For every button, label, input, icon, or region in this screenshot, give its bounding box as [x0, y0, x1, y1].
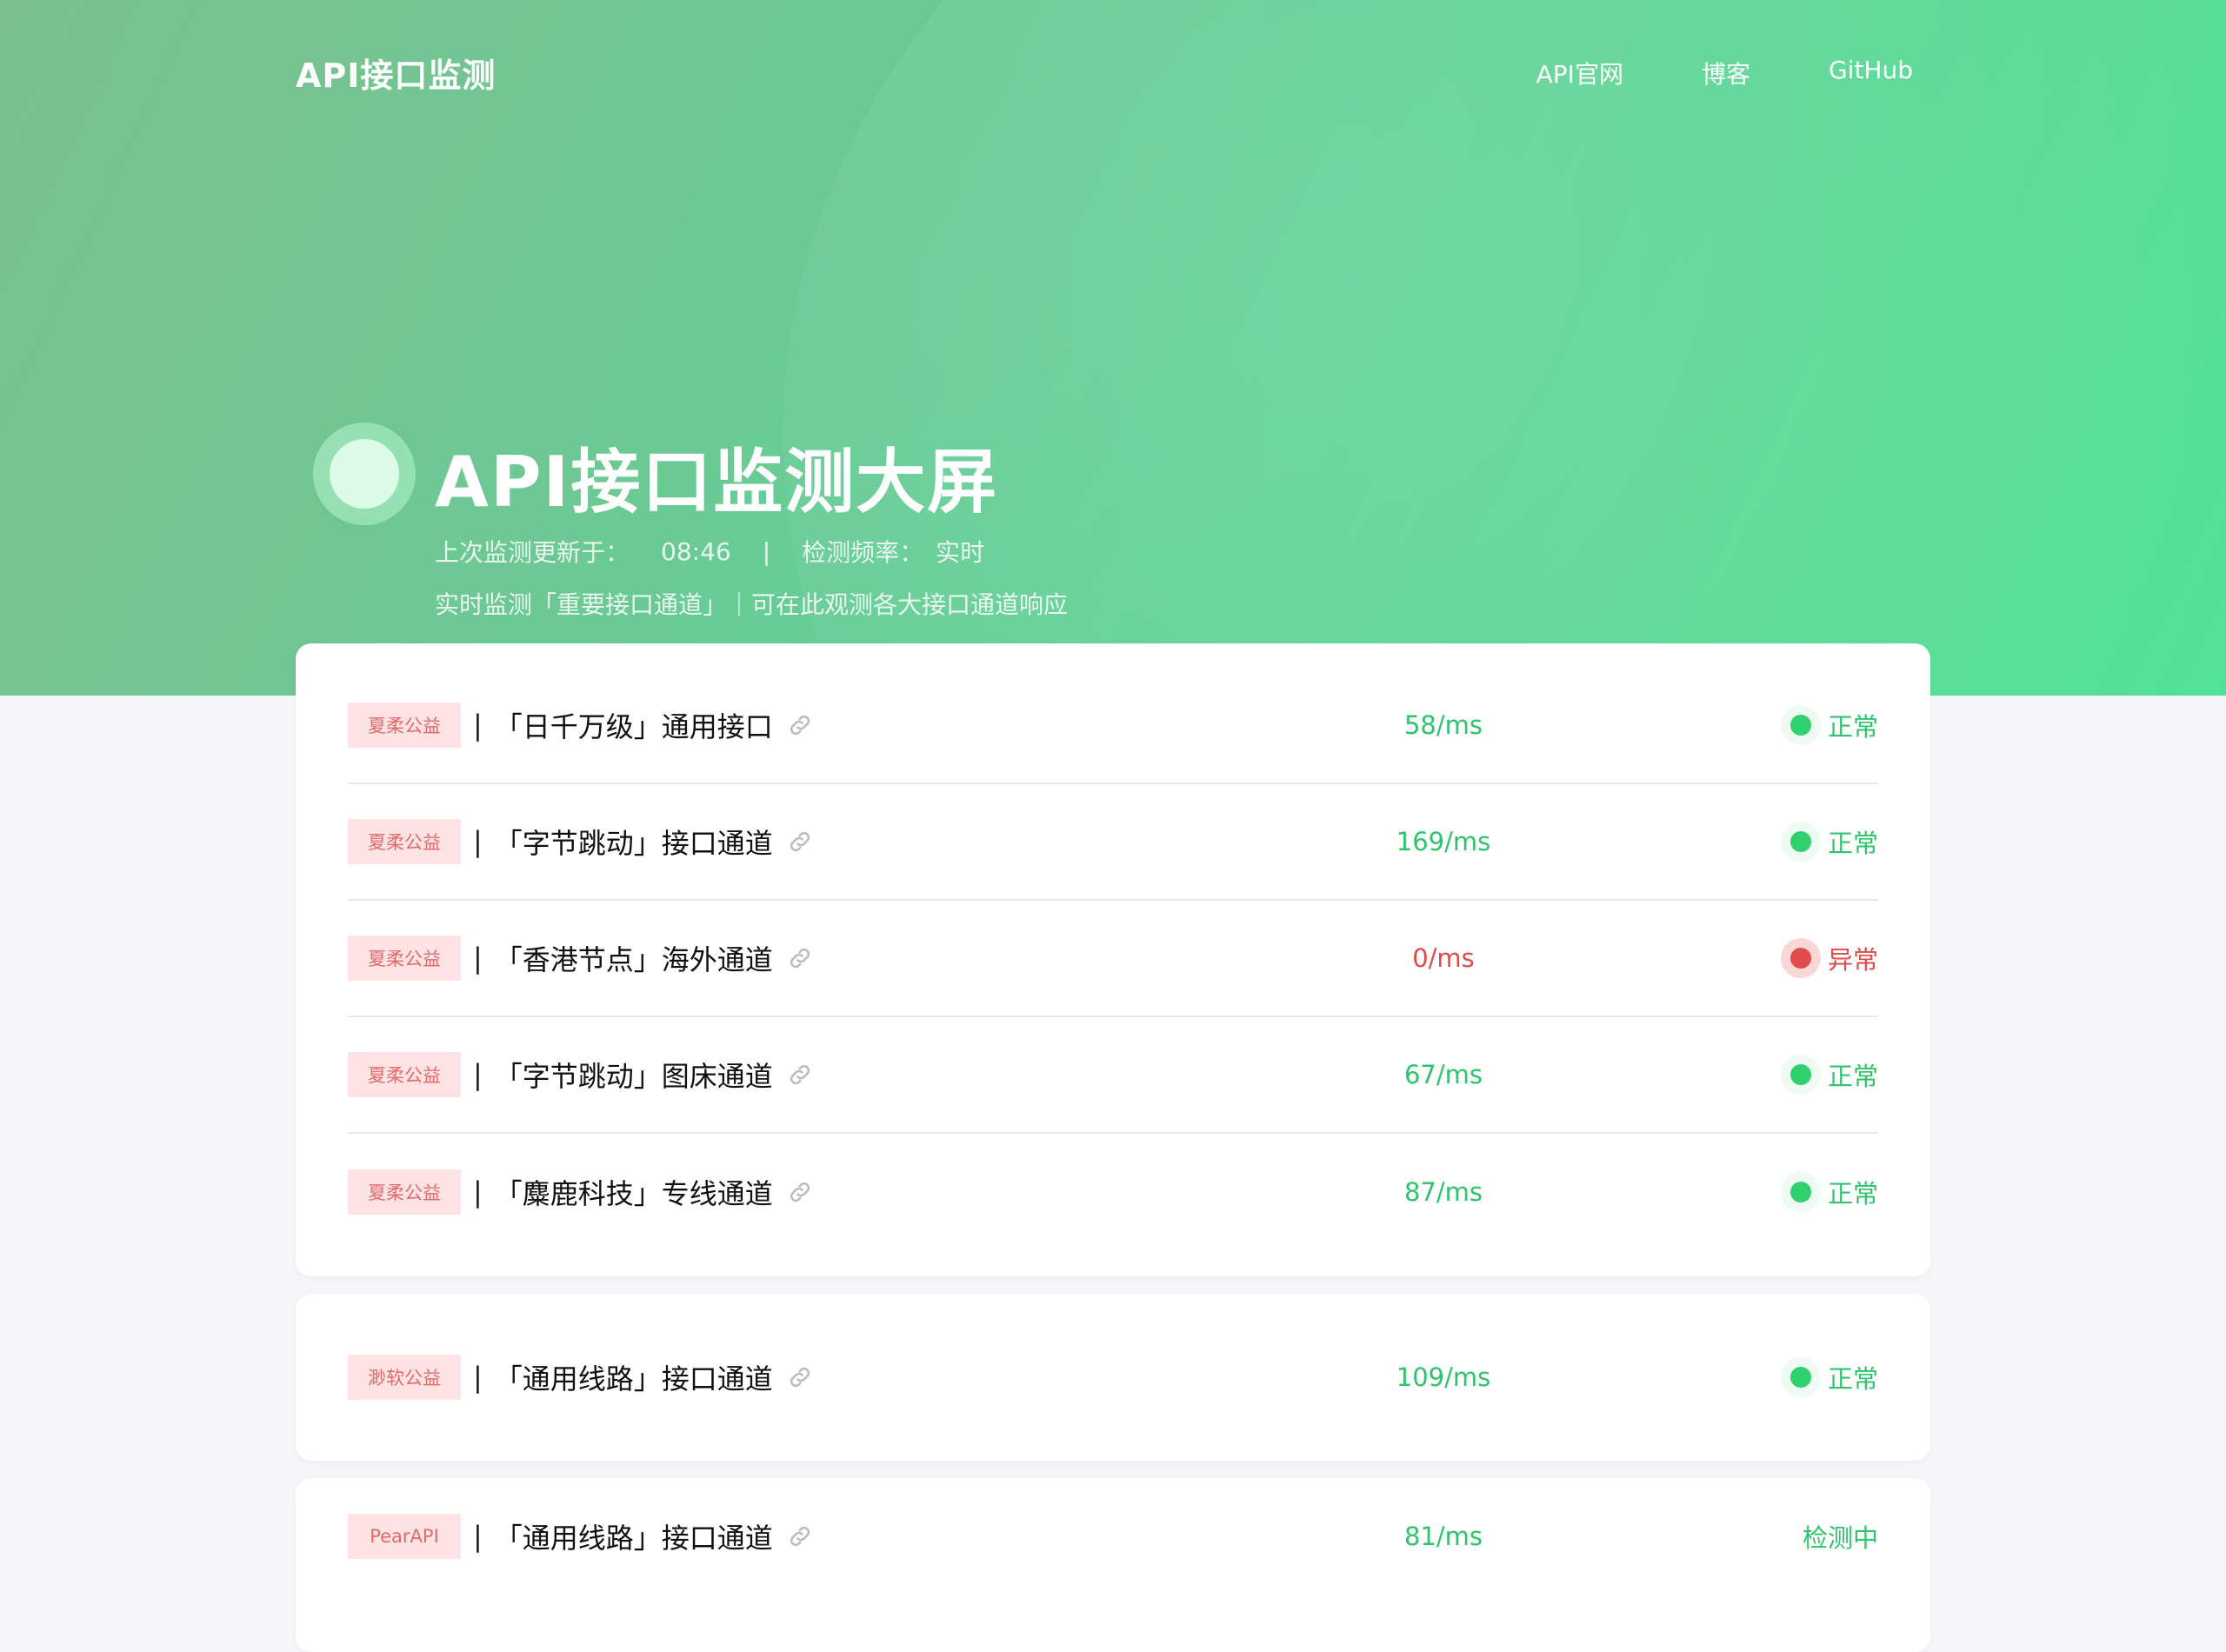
row-separator: |	[473, 709, 483, 742]
status-badge: 正常	[1780, 705, 1878, 745]
channel-name: 「通用线路」接口通道	[494, 1522, 773, 1555]
row-separator: |	[473, 1176, 483, 1209]
status-badge: 正常	[1780, 822, 1878, 862]
latency-value: 0/ms	[1412, 943, 1475, 973]
status-badge: 异常	[1780, 938, 1878, 978]
status-badge: 检测中	[1803, 1518, 1878, 1555]
provider-tag: 夏柔公益	[348, 703, 461, 748]
status-text: 正常	[1827, 1062, 1878, 1091]
status-text: 检测中	[1802, 1523, 1878, 1553]
link-icon[interactable]	[787, 1523, 813, 1549]
link-icon[interactable]	[787, 1062, 813, 1088]
monitor-row: 夏柔公益 | 「麋鹿科技」专线通道 87/ms 正常	[348, 1134, 1878, 1250]
monitor-row: 夏柔公益 | 「日千万级」通用接口 58/ms 正常	[348, 668, 1878, 784]
hero-banner: API接口监测 API官网 博客 GitHub API接口监测大屏 上次监测更新…	[0, 0, 2226, 696]
link-icon[interactable]	[787, 712, 813, 738]
status-text: 正常	[1827, 1179, 1878, 1209]
latency-value: 81/ms	[1403, 1522, 1483, 1551]
frequency-label: 检测频率：	[802, 538, 924, 567]
monitor-card: PearAPI | 「通用线路」接口通道 81/ms 检测中	[296, 1478, 1930, 1652]
monitor-row: 夏柔公益 | 「字节跳动」图床通道 67/ms 正常	[348, 1017, 1878, 1134]
channel-name: 「字节跳动」接口通道	[494, 827, 773, 860]
status-dot-icon	[1780, 1172, 1821, 1212]
row-separator: |	[473, 825, 483, 858]
row-separator: |	[473, 942, 483, 975]
latency-value: 67/ms	[1403, 1060, 1483, 1089]
status-dot-icon	[1780, 1357, 1821, 1397]
monitor-card: 渺软公益 | 「通用线路」接口通道 109/ms 正常	[296, 1294, 1930, 1461]
page-title: API接口监测大屏	[435, 442, 999, 523]
status-dot-icon	[1780, 705, 1821, 745]
status-text: 正常	[1827, 829, 1878, 858]
brand-logo[interactable]: API接口监测	[296, 49, 496, 97]
row-separator: |	[473, 1361, 483, 1394]
link-icon[interactable]	[787, 1179, 813, 1205]
frequency-value: 实时	[936, 538, 985, 567]
latency-value: 169/ms	[1396, 827, 1491, 856]
last-update-label: 上次监测更新于：	[435, 538, 630, 567]
status-dot-icon	[1780, 938, 1821, 978]
status-text: 正常	[1827, 712, 1878, 742]
status-text: 正常	[1827, 1364, 1878, 1394]
latency-value: 58/ms	[1403, 710, 1483, 740]
channel-name: 「日千万级」通用接口	[494, 710, 773, 743]
status-indicator-icon	[313, 423, 416, 525]
monitor-row: 渺软公益 | 「通用线路」接口通道 109/ms 正常	[348, 1319, 1878, 1436]
channel-name: 「香港节点」海外通道	[494, 943, 773, 976]
last-update-time: 08:46	[661, 536, 731, 566]
link-icon[interactable]	[787, 829, 813, 855]
status-dot-icon	[1780, 1055, 1821, 1095]
status-badge: 正常	[1780, 1055, 1878, 1095]
channel-name: 「麋鹿科技」专线通道	[494, 1177, 773, 1210]
latency-value: 109/ms	[1396, 1362, 1491, 1392]
monitor-card: 夏柔公益 | 「日千万级」通用接口 58/ms 正常 夏柔公益 | 「字节跳动」接口通道 169…	[296, 643, 1930, 1276]
channel-name: 「字节跳动」图床通道	[494, 1060, 773, 1093]
monitor-row: PearAPI | 「通用线路」接口通道 81/ms 检测中	[348, 1478, 1878, 1595]
latency-value: 87/ms	[1403, 1177, 1483, 1207]
status-badge: 正常	[1780, 1357, 1878, 1397]
hero-description: 实时监测「重要接口通道」｜可在此观测各大接口通道响应	[435, 590, 1069, 619]
channel-name: 「通用线路」接口通道	[494, 1362, 773, 1396]
provider-tag: 夏柔公益	[348, 819, 461, 864]
link-icon[interactable]	[787, 945, 813, 971]
monitor-row: 夏柔公益 | 「字节跳动」接口通道 169/ms 正常	[348, 784, 1878, 901]
status-dot-icon	[1780, 822, 1821, 862]
provider-tag: PearAPI	[348, 1514, 461, 1559]
provider-tag: 渺软公益	[348, 1355, 461, 1400]
nav-link-github[interactable]: GitHub	[1829, 56, 1913, 90]
status-badge: 正常	[1780, 1172, 1878, 1212]
provider-tag: 夏柔公益	[348, 1052, 461, 1097]
update-info: 上次监测更新于： 08:46 | 检测频率： 实时	[435, 534, 984, 569]
status-text: 异常	[1827, 945, 1878, 975]
provider-tag: 夏柔公益	[348, 936, 461, 981]
row-separator: |	[473, 1520, 483, 1553]
row-separator: |	[473, 1058, 483, 1091]
monitor-row: 夏柔公益 | 「香港节点」海外通道 0/ms 异常	[348, 901, 1878, 1017]
nav-link-blog[interactable]: 博客	[1702, 56, 1750, 90]
nav-link-api-site[interactable]: API官网	[1536, 56, 1623, 90]
provider-tag: 夏柔公益	[348, 1169, 461, 1215]
meta-separator: |	[762, 536, 771, 566]
link-icon[interactable]	[787, 1364, 813, 1390]
top-nav: API官网 博客 GitHub	[1536, 56, 1913, 90]
